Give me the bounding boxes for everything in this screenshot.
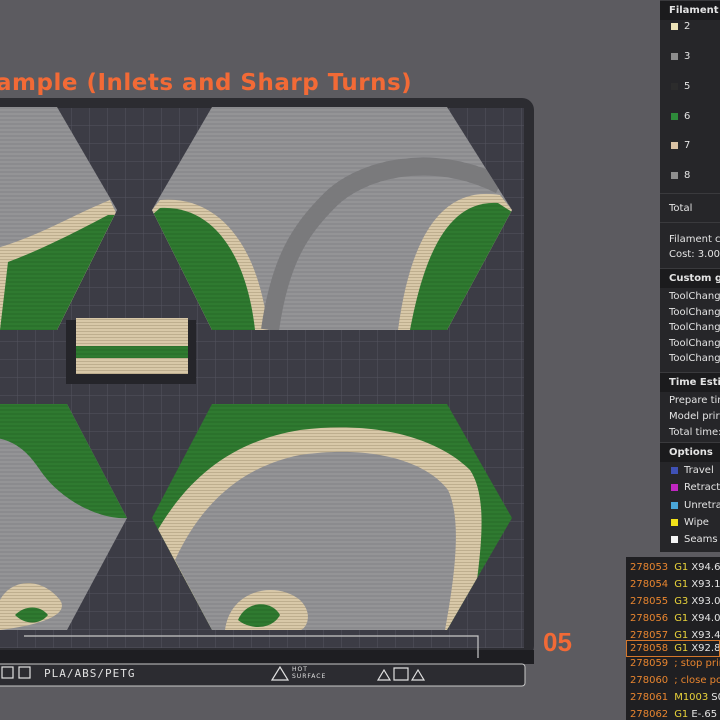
filament-swatch xyxy=(671,82,678,90)
filament-swatch xyxy=(671,112,678,120)
filament-row[interactable]: 7 xyxy=(660,140,720,151)
toolchange-item[interactable]: ToolChang xyxy=(660,338,720,349)
prime-tower xyxy=(66,318,196,384)
total-time-label: Total time: xyxy=(669,427,720,438)
hot-surface-label: HOT SURFACE xyxy=(292,666,327,680)
filament-row[interactable]: 2 xyxy=(660,21,720,32)
prepare-time-label: Prepare tir xyxy=(669,395,720,406)
plate-title: ample (Inlets and Sharp Turns) xyxy=(0,70,413,96)
filament-swatch xyxy=(671,141,678,149)
build-plate-scene xyxy=(0,98,534,687)
filament-row[interactable]: 8 xyxy=(660,170,720,181)
gcode-line[interactable]: 278061M1003S0 xyxy=(626,689,720,706)
toolchange-item[interactable]: ToolChang xyxy=(660,353,720,364)
filament-row[interactable]: 5 xyxy=(660,81,720,92)
toolchange-item[interactable]: ToolChang xyxy=(660,307,720,318)
gcode-line[interactable]: 278056 G1 X94.0 xyxy=(626,610,720,627)
cost-value: Cost: 3.00 xyxy=(669,249,720,260)
option-wipe[interactable]: Wipe xyxy=(660,517,720,528)
option-seams[interactable]: Seams xyxy=(660,534,720,545)
gcode-viewer[interactable]: 278053 G1 X94.6 278054 G1 X93.1 278055 G3 X93.… xyxy=(626,557,720,720)
option-unretract[interactable]: Unretra xyxy=(660,500,720,511)
filament-cost-label: Filament c xyxy=(669,234,720,245)
plate-number[interactable]: 05 xyxy=(543,627,572,658)
options-header: Options xyxy=(660,442,720,462)
custom-gcode-header: Custom g- xyxy=(660,268,720,288)
toolchange-item[interactable]: ToolChang xyxy=(660,291,720,302)
filament-row[interactable]: 6 xyxy=(660,111,720,122)
toolchange-item[interactable]: ToolChang xyxy=(660,322,720,333)
unretract-swatch xyxy=(671,501,678,509)
gcode-line[interactable]: 278053 G1 X94.6 xyxy=(626,559,720,576)
wipe-swatch xyxy=(671,518,678,526)
option-retract[interactable]: Retract xyxy=(660,482,720,493)
filament-header: Filament xyxy=(660,0,720,20)
filament-row[interactable]: 3 xyxy=(660,51,720,62)
filament-swatch xyxy=(671,22,678,30)
legend-panel: Filament 2 3 5 6 7 8 Total Filament c Co… xyxy=(660,0,720,552)
gcode-line[interactable]: 278054 G1 X93.1 xyxy=(626,576,720,593)
gcode-line[interactable]: 278055 G3 X93.0 xyxy=(626,593,720,610)
seams-swatch xyxy=(671,535,678,543)
gcode-line[interactable]: 278060; close po xyxy=(626,672,720,689)
option-travel[interactable]: Travel xyxy=(660,465,720,476)
travel-swatch xyxy=(671,466,678,474)
retract-swatch xyxy=(671,483,678,491)
gcode-line[interactable]: 278062 G1 E-.65 xyxy=(626,706,717,720)
model-print-time-label: Model prir xyxy=(669,411,720,422)
time-estimate-header: Time Estin xyxy=(660,372,720,392)
total-label: Total xyxy=(669,203,693,214)
bed-material-label: PLA/ABS/PETG xyxy=(44,667,136,680)
filament-swatch xyxy=(671,52,678,60)
gcode-line[interactable]: 278059; stop prin xyxy=(626,655,720,672)
3d-preview-viewport[interactable]: ample (Inlets and Sharp Turns) 05 PLA/AB… xyxy=(0,0,720,720)
filament-swatch xyxy=(671,171,678,179)
